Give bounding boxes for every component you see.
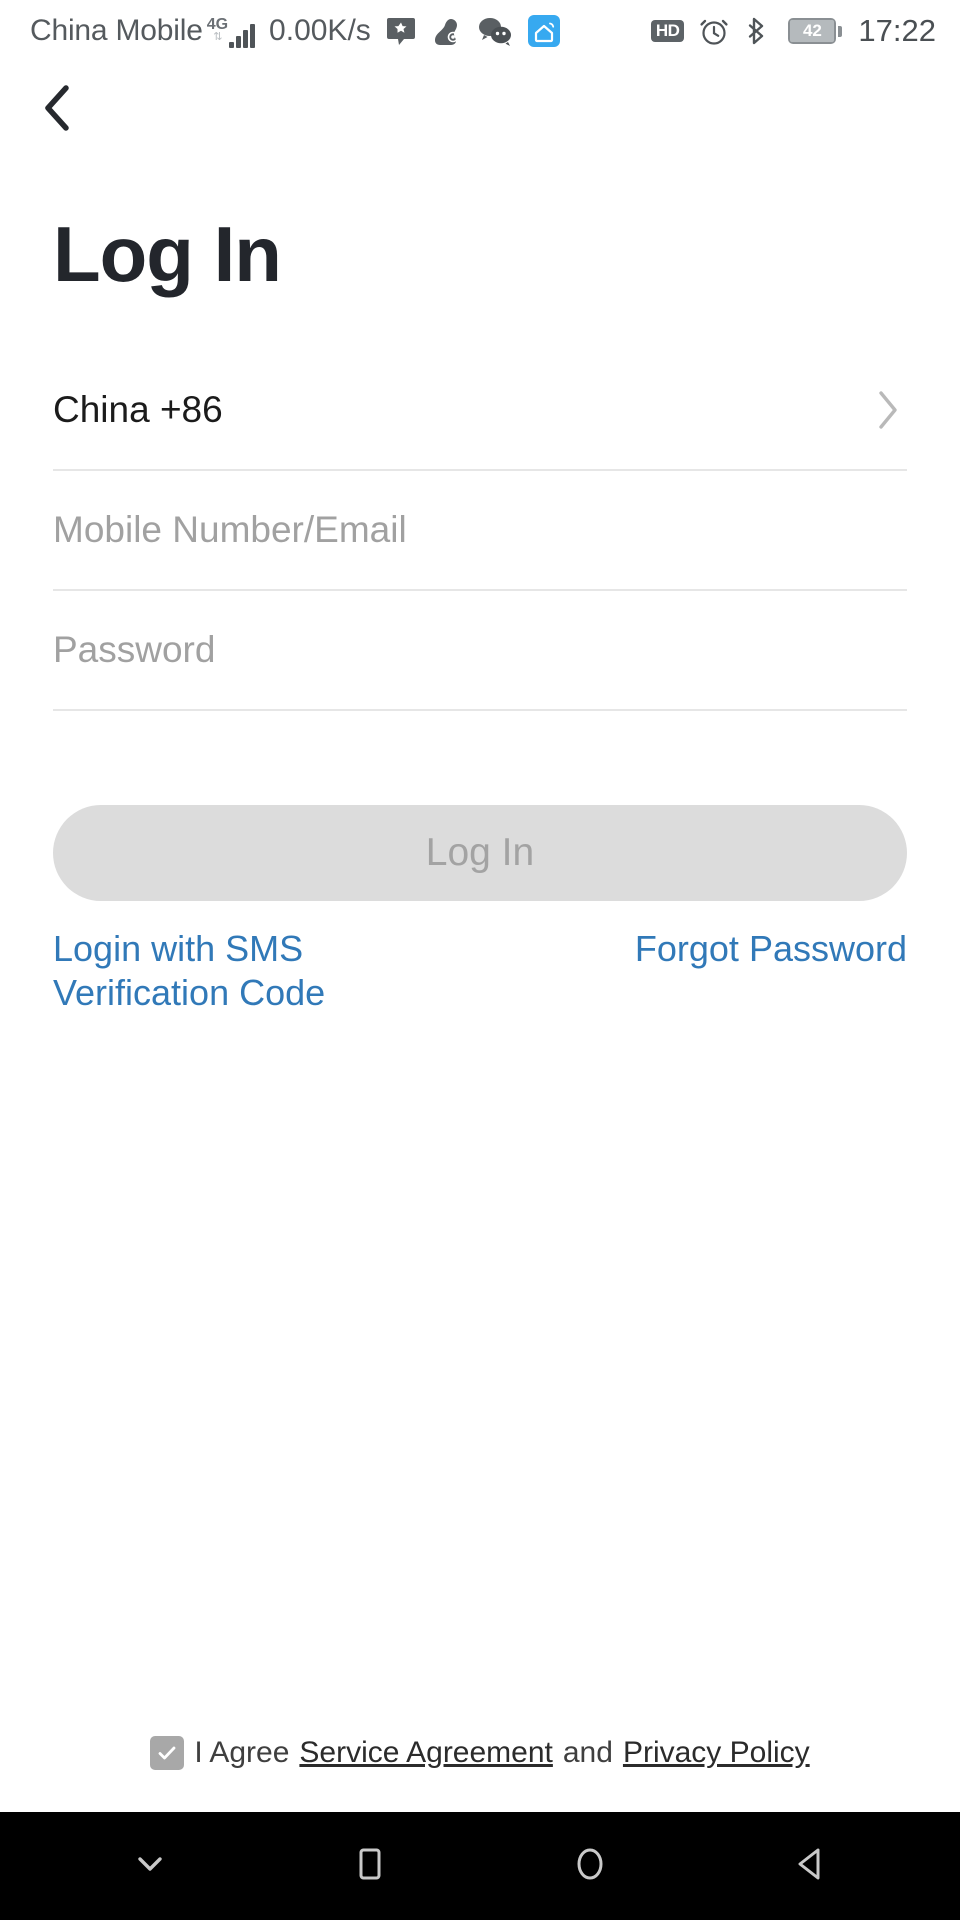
forgot-password-link[interactable]: Forgot Password	[635, 927, 907, 971]
password-input[interactable]	[53, 629, 907, 671]
agreement-conjunction-label: and	[562, 1736, 613, 1769]
triangle-left-icon	[787, 1841, 833, 1892]
home-button[interactable]	[545, 1821, 635, 1911]
agreement-prefix-label: I Agree	[194, 1736, 290, 1769]
back-nav-button[interactable]	[765, 1821, 855, 1911]
recents-button[interactable]	[325, 1821, 415, 1911]
chevron-down-icon	[127, 1841, 173, 1892]
login-screen: China Mobile 4G ⇅ 0.00K/s HD 42 17:22 Lo…	[0, 0, 960, 1920]
form-links: Login with SMS Verification Code Forgot …	[53, 927, 907, 1015]
status-bar: China Mobile 4G ⇅ 0.00K/s HD 42 17:22	[0, 0, 960, 62]
network-speed-label: 0.00K/s	[269, 14, 371, 47]
pet-app-icon	[431, 15, 463, 47]
clock-label: 17:22	[858, 13, 936, 48]
hd-icon: HD	[650, 20, 685, 42]
app-bar	[0, 62, 960, 158]
status-bar-left: China Mobile 4G ⇅ 0.00K/s	[30, 14, 651, 48]
sms-login-link[interactable]: Login with SMS Verification Code	[53, 927, 383, 1015]
login-form-container: Log In China +86 Log In Login with SMS V…	[0, 158, 960, 1812]
battery-icon: 42	[788, 18, 843, 44]
service-agreement-link[interactable]: Service Agreement	[299, 1736, 552, 1770]
signal-bars-icon	[229, 22, 256, 48]
smart-home-icon	[527, 14, 561, 48]
country-code-selector[interactable]: China +86	[53, 351, 907, 471]
chevron-right-icon[interactable]	[867, 388, 907, 432]
login-button[interactable]: Log In	[53, 805, 907, 901]
message-app-icon	[385, 15, 417, 47]
country-code-label: China +86	[53, 389, 223, 430]
network-type-label: 4G	[206, 16, 229, 33]
hide-keyboard-button[interactable]	[105, 1821, 195, 1911]
agreement-row: I Agree Service Agreement and Privacy Po…	[53, 1736, 907, 1812]
circle-icon	[567, 1841, 613, 1892]
signal-indicator: 4G ⇅	[206, 14, 256, 48]
system-navigation-bar	[0, 1812, 960, 1920]
network-type-icon: 4G ⇅	[206, 16, 229, 48]
agreement-checkbox[interactable]	[150, 1736, 185, 1770]
carrier-label: China Mobile	[30, 14, 203, 47]
square-icon	[347, 1841, 393, 1892]
bluetooth-icon	[744, 15, 772, 47]
data-transfer-arrows-icon: ⇅	[213, 31, 222, 43]
wechat-icon	[477, 15, 513, 47]
password-field-row[interactable]	[53, 591, 907, 711]
account-input[interactable]	[53, 509, 907, 551]
account-field-row[interactable]	[53, 471, 907, 591]
status-bar-right: HD 42 17:22	[650, 13, 936, 49]
battery-level-label: 42	[790, 20, 835, 42]
alarm-clock-icon	[698, 15, 730, 47]
back-button[interactable]	[26, 78, 90, 142]
page-title: Log In	[53, 210, 282, 298]
chevron-left-icon	[38, 82, 78, 139]
privacy-policy-link[interactable]: Privacy Policy	[623, 1736, 810, 1770]
